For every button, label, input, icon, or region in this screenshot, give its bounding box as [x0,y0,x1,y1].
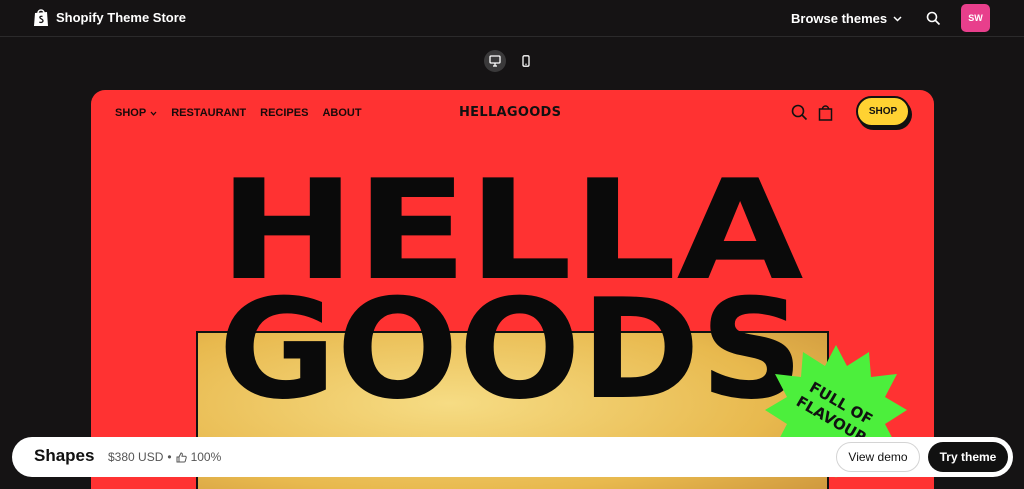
desktop-view-button[interactable] [484,50,506,72]
theme-info-bar: Shapes $380 USD • 100% View demo Try the… [12,437,1013,477]
try-theme-button[interactable]: Try theme [928,442,1008,472]
theme-price-rating: $380 USD • 100% [108,450,221,464]
thumbs-up-icon [176,451,187,462]
mobile-view-button[interactable] [515,50,537,72]
search-icon[interactable] [926,11,941,26]
view-demo-label: View demo [848,450,908,464]
desktop-icon [489,55,501,67]
view-demo-button[interactable]: View demo [836,442,920,472]
browse-themes-label: Browse themes [791,11,888,26]
hero-line-2: GOODS [219,269,804,430]
browse-themes-menu[interactable]: Browse themes [791,11,902,26]
brand[interactable]: Shopify Theme Store [33,8,186,27]
separator-dot: • [167,450,172,464]
chevron-down-icon [893,15,902,22]
avatar-initials: SW [968,13,983,23]
user-avatar[interactable]: SW [961,4,990,32]
try-theme-label: Try theme [939,450,997,464]
brand-name: Shopify Theme Store [56,10,187,25]
theme-price: $380 USD [108,450,164,464]
theme-rating: 100% [190,450,222,464]
mobile-icon [522,55,530,67]
theme-name: Shapes [34,446,95,465]
top-bar: Shopify Theme Store Browse themes SW [0,0,1024,37]
shopify-bag-icon [34,9,48,26]
device-toggle [484,50,537,72]
theme-preview: SHOP RESTAURANT RECIPES ABOUT HELLAGOODS… [91,90,934,489]
